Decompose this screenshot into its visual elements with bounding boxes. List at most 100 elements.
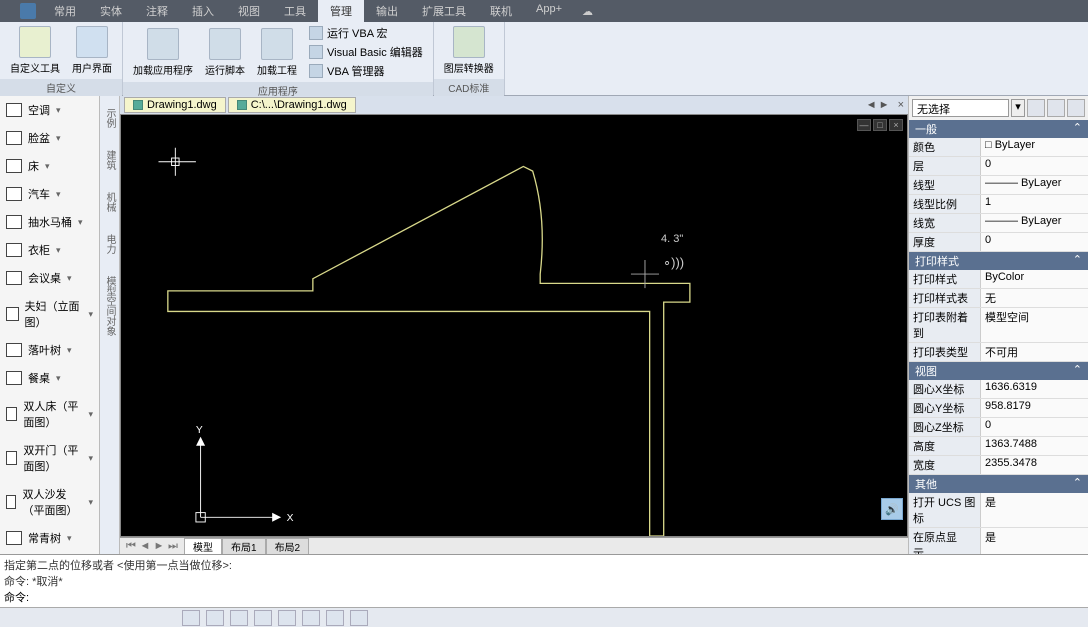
- layout-next-icon[interactable]: ►: [152, 540, 166, 553]
- palette-item[interactable]: 汽车▾: [0, 180, 99, 208]
- palette-item[interactable]: 落叶树▾: [0, 336, 99, 364]
- run-vba-macro-button[interactable]: 运行 VBA 宏: [305, 24, 427, 42]
- prop-row[interactable]: 线型——— ByLayer: [909, 176, 1088, 195]
- dyn-toggle[interactable]: [350, 610, 368, 626]
- load-app-button[interactable]: 加载应用程序: [129, 26, 197, 79]
- layer-converter-button[interactable]: 图层转换器: [440, 24, 498, 77]
- palette-item[interactable]: 床▾: [0, 152, 99, 180]
- snap-toggle[interactable]: [182, 610, 200, 626]
- menu-输出[interactable]: 输出: [364, 0, 410, 22]
- prop-row[interactable]: 宽度2355.3478: [909, 456, 1088, 475]
- prop-value[interactable]: 0: [981, 157, 1088, 175]
- file-tab[interactable]: Drawing1.dwg: [124, 97, 226, 113]
- prop-section-header[interactable]: 一般⌃: [909, 120, 1088, 138]
- prop-value[interactable]: 1636.6319: [981, 380, 1088, 398]
- prop-value[interactable]: 模型空间: [981, 308, 1088, 342]
- prop-row[interactable]: 在原点显示…是: [909, 528, 1088, 554]
- menu-工具[interactable]: 工具: [272, 0, 318, 22]
- menu-App+[interactable]: App+: [524, 0, 574, 22]
- menu-管理[interactable]: 管理: [318, 0, 364, 22]
- polar-toggle[interactable]: [254, 610, 272, 626]
- layout-tab[interactable]: 布局2: [266, 538, 310, 555]
- prop-section-header[interactable]: 打印样式⌃: [909, 252, 1088, 270]
- palette-item[interactable]: 双开门（平面图）▾: [0, 436, 99, 480]
- palette-item[interactable]: 双人床（平面图）▾: [0, 392, 99, 436]
- vba-manager-button[interactable]: VBA 管理器: [305, 62, 427, 80]
- menu-联机[interactable]: 联机: [478, 0, 524, 22]
- prop-row[interactable]: 高度1363.7488: [909, 437, 1088, 456]
- prop-row[interactable]: 打印表类型不可用: [909, 343, 1088, 362]
- layout-prev-icon[interactable]: ◄: [138, 540, 152, 553]
- select-objects-button[interactable]: [1067, 99, 1085, 117]
- prop-row[interactable]: 线型比例1: [909, 195, 1088, 214]
- otrack-toggle[interactable]: [302, 610, 320, 626]
- layout-last-icon[interactable]: ⏭: [166, 540, 180, 553]
- prop-value[interactable]: 是: [981, 528, 1088, 554]
- file-tab[interactable]: C:\...\Drawing1.dwg: [228, 97, 356, 113]
- prop-value[interactable]: 2355.3478: [981, 456, 1088, 474]
- prop-section-header[interactable]: 视图⌃: [909, 362, 1088, 380]
- menu-实体[interactable]: 实体: [88, 0, 134, 22]
- tab-nav-left-icon[interactable]: ◄: [866, 99, 877, 111]
- audio-icon[interactable]: 🔊: [881, 498, 903, 520]
- prop-value[interactable]: 0: [981, 233, 1088, 251]
- menu-注释[interactable]: 注释: [134, 0, 180, 22]
- palette-item[interactable]: 会议桌▾: [0, 264, 99, 292]
- prop-value[interactable]: ByLayer: [981, 138, 1088, 156]
- prop-row[interactable]: 厚度0: [909, 233, 1088, 252]
- quick-select-button[interactable]: [1027, 99, 1045, 117]
- menu-常用[interactable]: 常用: [42, 0, 88, 22]
- prop-value[interactable]: 0: [981, 418, 1088, 436]
- prop-value[interactable]: ——— ByLayer: [981, 214, 1088, 232]
- vstrip-tab[interactable]: 电力: [101, 230, 118, 258]
- ortho-toggle[interactable]: [230, 610, 248, 626]
- load-project-button[interactable]: 加载工程: [253, 26, 301, 79]
- palette-item[interactable]: 衣柜▾: [0, 236, 99, 264]
- menu-扩展工具[interactable]: 扩展工具: [410, 0, 478, 22]
- prop-value[interactable]: 1363.7488: [981, 437, 1088, 455]
- selection-filter-select[interactable]: 无选择: [912, 99, 1009, 117]
- prop-value[interactable]: ——— ByLayer: [981, 176, 1088, 194]
- dropdown-icon[interactable]: ▾: [1011, 99, 1025, 117]
- prop-row[interactable]: 圆心Y坐标958.8179: [909, 399, 1088, 418]
- collapse-icon[interactable]: ⌃: [1073, 476, 1082, 492]
- prop-value[interactable]: 958.8179: [981, 399, 1088, 417]
- prop-row[interactable]: 线宽——— ByLayer: [909, 214, 1088, 233]
- prop-row[interactable]: 圆心X坐标1636.6319: [909, 380, 1088, 399]
- palette-item[interactable]: 夫妇（立面图）▾: [0, 292, 99, 336]
- palette-item[interactable]: 抽水马桶▾: [0, 208, 99, 236]
- pick-add-button[interactable]: [1047, 99, 1065, 117]
- drawing-canvas[interactable]: — □ ×: [120, 114, 908, 537]
- prop-row[interactable]: 打印样式表无: [909, 289, 1088, 308]
- prop-row[interactable]: 颜色ByLayer: [909, 138, 1088, 157]
- palette-item[interactable]: 双人沙发（平面图）▾: [0, 480, 99, 524]
- prop-section-header[interactable]: 其他⌃: [909, 475, 1088, 493]
- run-script-button[interactable]: 运行脚本: [201, 26, 249, 79]
- tab-nav-right-icon[interactable]: ►: [879, 99, 890, 111]
- prop-row[interactable]: 层0: [909, 157, 1088, 176]
- collapse-icon[interactable]: ⌃: [1073, 363, 1082, 379]
- palette-item[interactable]: 空调▾: [0, 96, 99, 124]
- vstrip-tab[interactable]: 模型空间对象: [101, 272, 118, 340]
- lwt-toggle[interactable]: [326, 610, 344, 626]
- custom-tool-button[interactable]: 自定义工具: [6, 24, 64, 77]
- prop-row[interactable]: 打印样式ByColor: [909, 270, 1088, 289]
- tab-close-icon[interactable]: ×: [898, 99, 904, 111]
- prop-row[interactable]: 打开 UCS 图标是: [909, 493, 1088, 528]
- palette-item[interactable]: 餐桌▾: [0, 364, 99, 392]
- vstrip-tab[interactable]: 建筑: [101, 146, 118, 174]
- prop-value[interactable]: 无: [981, 289, 1088, 307]
- prop-row[interactable]: 圆心Z坐标0: [909, 418, 1088, 437]
- vb-editor-button[interactable]: Visual Basic 编辑器: [305, 43, 427, 61]
- prop-value[interactable]: 1: [981, 195, 1088, 213]
- prop-value[interactable]: 不可用: [981, 343, 1088, 361]
- palette-item[interactable]: 脸盆▾: [0, 124, 99, 152]
- collapse-icon[interactable]: ⌃: [1073, 253, 1082, 269]
- prop-value[interactable]: 是: [981, 493, 1088, 527]
- palette-item[interactable]: 常青树▾: [0, 524, 99, 552]
- collapse-icon[interactable]: ⌃: [1073, 121, 1082, 137]
- layout-first-icon[interactable]: ⏮: [124, 540, 138, 553]
- prop-row[interactable]: 打印表附着到模型空间: [909, 308, 1088, 343]
- command-input[interactable]: [33, 591, 1084, 603]
- vstrip-tab[interactable]: 机械: [101, 188, 118, 216]
